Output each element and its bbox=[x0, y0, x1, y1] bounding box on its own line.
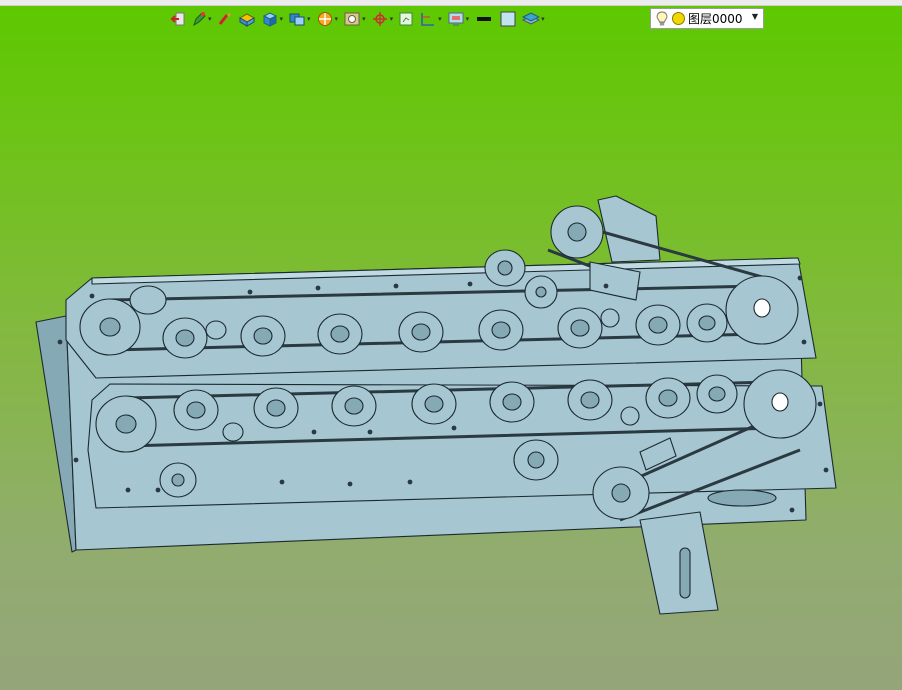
conveyor-3d-model[interactable] bbox=[0, 0, 902, 690]
3d-viewport[interactable]: ▾ ▾ ▾ ▾ ▾ ▾ ▾ ▾ ▾ 图层0000 ▼ bbox=[0, 0, 902, 690]
gear bbox=[707, 489, 777, 507]
mount-bracket bbox=[639, 511, 719, 615]
top-bracket bbox=[597, 195, 661, 263]
